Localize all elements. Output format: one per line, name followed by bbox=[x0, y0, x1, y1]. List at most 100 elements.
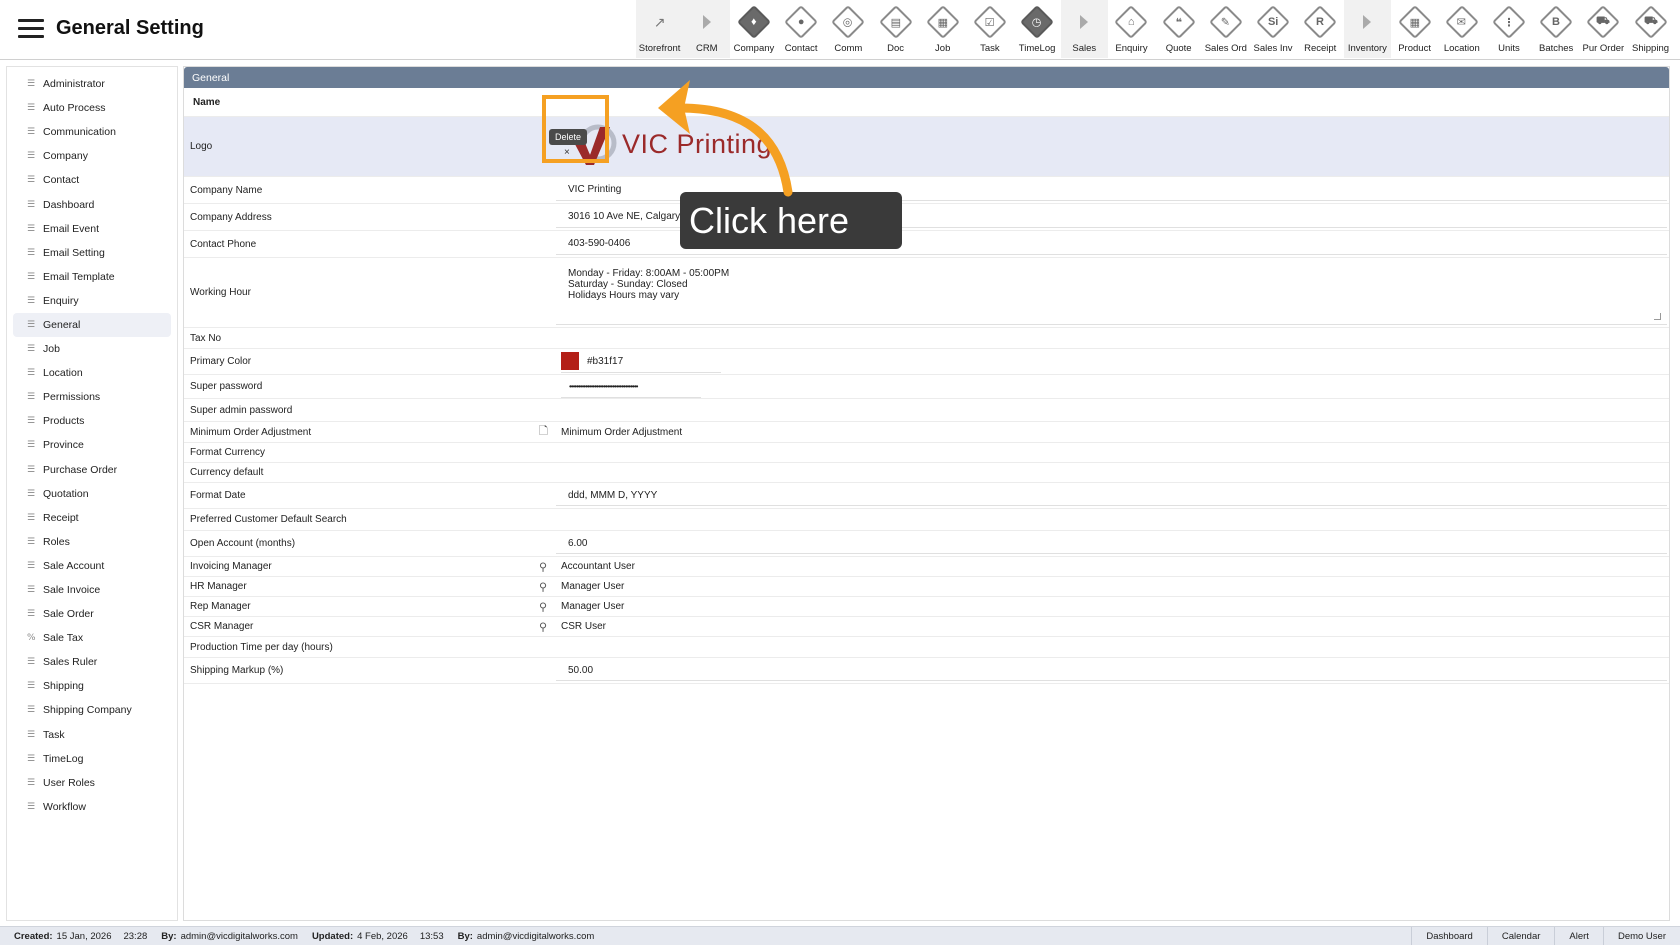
toolbar-receipt[interactable]: R Receipt bbox=[1297, 0, 1344, 58]
general-settings-panel: General Name Logo VIC Printing Delete × … bbox=[183, 66, 1670, 921]
created-by: admin@vicdigitalworks.com bbox=[180, 930, 298, 942]
toolbar-location[interactable]: ✉ Location bbox=[1438, 0, 1485, 58]
sidebar-item-workflow[interactable]: ☰ Workflow bbox=[13, 795, 171, 819]
sidebar-item-purchase-order[interactable]: ☰ Purchase Order bbox=[13, 458, 171, 482]
list-icon: ☰ bbox=[27, 681, 36, 692]
statusbar-demo-user-button[interactable]: Demo User bbox=[1602, 927, 1680, 945]
sidebar-item-sales-ruler[interactable]: ☰ Sales Ruler bbox=[13, 650, 171, 674]
sidebar-item-sale-account[interactable]: ☰ Sale Account bbox=[13, 554, 171, 578]
delete-logo-button[interactable]: Delete bbox=[549, 129, 588, 145]
sidebar-item-communication[interactable]: ☰ Communication bbox=[13, 120, 171, 144]
statusbar-alert-button[interactable]: Alert bbox=[1554, 927, 1603, 945]
sidebar-item-email-event[interactable]: ☰ Email Event bbox=[13, 217, 171, 241]
toolbar-company[interactable]: ♦ Company bbox=[730, 0, 777, 58]
toolbar-product[interactable]: ▦ Product bbox=[1391, 0, 1438, 58]
open-account-row: Open Account (months) 6.00 bbox=[184, 531, 1669, 557]
super-password-input[interactable]: •••••••••••••••••••••••••••••••••••••• bbox=[561, 376, 701, 398]
working-hour-textarea[interactable]: Monday - Friday: 8:00AM - 05:00PM Saturd… bbox=[556, 260, 1667, 325]
list-icon: ☰ bbox=[27, 440, 36, 451]
sidebar-item-enquiry[interactable]: ☰ Enquiry bbox=[13, 289, 171, 313]
sidebar-item-receipt[interactable]: ☰ Receipt bbox=[13, 506, 171, 530]
list-icon: ☰ bbox=[27, 271, 36, 282]
sidebar-item-roles[interactable]: ☰ Roles bbox=[13, 530, 171, 554]
sidebar-item-sale-order[interactable]: ☰ Sale Order bbox=[13, 602, 171, 626]
format-date-field[interactable]: ddd, MMM D, YYYY bbox=[556, 485, 1667, 506]
close-icon[interactable]: × bbox=[564, 147, 570, 158]
csr-manager-label: CSR Manager bbox=[190, 621, 254, 632]
toolbar-enquiry[interactable]: ⌂ Enquiry bbox=[1108, 0, 1155, 58]
sidebar-item-label: Communication bbox=[43, 126, 116, 139]
csr-manager-value[interactable]: CSR User bbox=[556, 617, 1669, 636]
toolbar-shipping[interactable]: ⛟ Shipping bbox=[1627, 0, 1674, 58]
toolbar-label: Receipt bbox=[1304, 43, 1337, 54]
sidebar-item-province[interactable]: ☰ Province bbox=[13, 433, 171, 457]
sidebar-item-shipping-company[interactable]: ☰ Shipping Company bbox=[13, 698, 171, 722]
toolbar-task[interactable]: ☑ Task bbox=[966, 0, 1013, 58]
tax-no-row: Tax No bbox=[184, 328, 1669, 349]
user-icon[interactable]: ⚲ bbox=[539, 560, 547, 573]
hr-manager-value[interactable]: Manager User bbox=[556, 577, 1669, 596]
sidebar-item-email-setting[interactable]: ☰ Email Setting bbox=[13, 241, 171, 265]
minimum-order-value[interactable]: Minimum Order Adjustment bbox=[556, 422, 1669, 442]
sidebar-item-label: TimeLog bbox=[43, 752, 84, 765]
toolbar-pur-order[interactable]: ⛟ Pur Order bbox=[1580, 0, 1627, 58]
toolbar-quote[interactable]: ❝ Quote bbox=[1155, 0, 1202, 58]
list-icon: ☰ bbox=[27, 79, 36, 90]
toolbar-batches[interactable]: B Batches bbox=[1533, 0, 1580, 58]
job-icon: ▦ bbox=[925, 5, 960, 39]
toolbar-crm[interactable]: CRM bbox=[683, 0, 731, 58]
user-icon[interactable]: ⚲ bbox=[539, 620, 547, 633]
toolbar-contact[interactable]: ● Contact bbox=[778, 0, 825, 58]
sidebar-item-general[interactable]: ☰ General bbox=[13, 312, 171, 338]
sidebar-item-contact[interactable]: ☰ Contact bbox=[13, 168, 171, 192]
statusbar-actions: Dashboard Calendar Alert Demo User bbox=[1411, 927, 1680, 945]
toolbar-units[interactable]: ⋮ Units bbox=[1485, 0, 1532, 58]
toolbar-doc[interactable]: ▤ Doc bbox=[872, 0, 919, 58]
invoicing-manager-value[interactable]: Accountant User bbox=[556, 557, 1669, 576]
sidebar-item-shipping[interactable]: ☰ Shipping bbox=[13, 674, 171, 698]
user-icon[interactable]: ⚲ bbox=[539, 580, 547, 593]
sidebar-item-job[interactable]: ☰ Job bbox=[13, 337, 171, 361]
sidebar-item-permissions[interactable]: ☰ Permissions bbox=[13, 385, 171, 409]
sidebar-item-quotation[interactable]: ☰ Quotation bbox=[13, 482, 171, 506]
color-swatch[interactable] bbox=[561, 352, 579, 370]
name-label: Name bbox=[193, 96, 221, 108]
open-account-field[interactable]: 6.00 bbox=[556, 533, 1667, 554]
menu-icon[interactable] bbox=[18, 19, 44, 39]
module-toolbar: ↗ Storefront CRM ♦ Company ● Contact ◎ Comm ▤ Doc ▦… bbox=[636, 0, 1674, 58]
toolbar-label: Inventory bbox=[1347, 43, 1387, 54]
sidebar-item-products[interactable]: ☰ Products bbox=[13, 409, 171, 433]
sidebar-item-administrator[interactable]: ☰ Administrator bbox=[13, 72, 171, 96]
primary-color-row: Primary Color #b31f17 bbox=[184, 349, 1669, 375]
sidebar-item-sale-tax[interactable]: % Sale Tax bbox=[13, 626, 171, 650]
rep-manager-value[interactable]: Manager User bbox=[556, 597, 1669, 616]
sidebar-item-task[interactable]: ☰ Task bbox=[13, 723, 171, 747]
toolbar-comm[interactable]: ◎ Comm bbox=[825, 0, 872, 58]
updated-time: 13:53 bbox=[419, 930, 444, 942]
toolbar-label: Sales bbox=[1072, 43, 1097, 54]
sidebar-item-label: Task bbox=[43, 728, 65, 741]
toolbar-timelog[interactable]: ◷ TimeLog bbox=[1014, 0, 1061, 58]
sidebar-item-user-roles[interactable]: ☰ User Roles bbox=[13, 771, 171, 795]
toolbar-label: Company bbox=[733, 43, 775, 54]
primary-color-picker[interactable]: #b31f17 bbox=[561, 351, 721, 373]
sidebar-item-company[interactable]: ☰ Company bbox=[13, 144, 171, 168]
sidebar-item-email-template[interactable]: ☰ Email Template bbox=[13, 265, 171, 289]
sidebar-item-sale-invoice[interactable]: ☰ Sale Invoice bbox=[13, 578, 171, 602]
toolbar-sales[interactable]: Sales bbox=[1060, 0, 1108, 58]
toolbar-sales-ord[interactable]: ✎ Sales Ord bbox=[1202, 0, 1249, 58]
sidebar-item-dashboard[interactable]: ☰ Dashboard bbox=[13, 192, 171, 216]
user-icon[interactable]: ⚲ bbox=[539, 600, 547, 613]
toolbar-sales-inv[interactable]: Si Sales Inv bbox=[1249, 0, 1296, 58]
toolbar-storefront[interactable]: ↗ Storefront bbox=[636, 0, 684, 58]
sidebar-item-timelog[interactable]: ☰ TimeLog bbox=[13, 747, 171, 771]
shipping-markup-field[interactable]: 50.00 bbox=[556, 660, 1667, 681]
sidebar-item-location[interactable]: ☰ Location bbox=[13, 361, 171, 385]
resize-handle-icon[interactable] bbox=[1654, 313, 1661, 320]
toolbar-job[interactable]: ▦ Job bbox=[919, 0, 966, 58]
toolbar-inventory[interactable]: Inventory bbox=[1343, 0, 1391, 58]
statusbar-calendar-button[interactable]: Calendar bbox=[1486, 927, 1555, 945]
document-icon[interactable]: 🗋 bbox=[539, 423, 548, 442]
statusbar-dashboard-button[interactable]: Dashboard bbox=[1411, 927, 1486, 945]
sidebar-item-auto-process[interactable]: ☰ Auto Process bbox=[13, 96, 171, 120]
